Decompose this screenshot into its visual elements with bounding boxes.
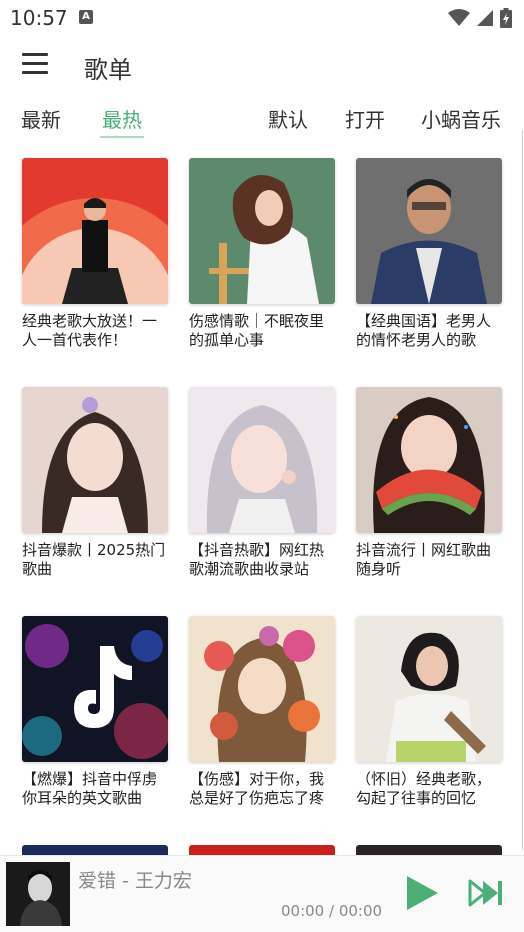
playlist-card[interactable]: 【抖音热歌】网红热歌潮流歌曲收录站 <box>189 387 335 581</box>
playlist-cover <box>22 616 168 762</box>
notification-a-icon: A <box>79 10 93 24</box>
playlist-card[interactable]: （怀旧）经典老歌，勾起了往事的回忆 <box>356 616 502 810</box>
playlist-cover <box>189 616 335 762</box>
tab-bar: 最新 最热 默认 打开 小蜗音乐 <box>0 104 524 140</box>
playback-time: 00:00 / 00:00 <box>281 902 383 920</box>
play-icon[interactable] <box>404 874 440 912</box>
playlist-title: （怀旧）经典老歌，勾起了往事的回忆 <box>356 770 492 807</box>
playlist-card[interactable]: 伤感情歌｜不眠夜里的孤单心事 <box>189 158 335 352</box>
now-playing-cover[interactable] <box>6 862 70 926</box>
playlist-card[interactable]: 【伤感】对于你，我总是好了伤疤忘了疼 <box>189 616 335 810</box>
cell-signal-icon <box>477 10 493 26</box>
playlist-title: 抖音流行丨网红歌曲随身听 <box>356 541 492 578</box>
playlist-cover <box>189 387 335 533</box>
playlist-card[interactable]: 【燃爆】抖音中俘虏你耳朵的英文歌曲 <box>22 616 168 810</box>
status-time: 10:57 <box>10 6 68 30</box>
wifi-icon <box>448 9 470 26</box>
playlist-title: 【伤感】对于你，我总是好了伤疤忘了疼 <box>189 770 325 807</box>
now-playing-song: 爱错 - 王力宏 <box>78 870 192 892</box>
playlist-card[interactable]: 抖音爆款丨2025热门歌曲 <box>22 387 168 581</box>
status-bar: 10:57 A <box>0 0 524 36</box>
app-bar: 歌单 <box>0 40 524 90</box>
playlist-title: 抖音爆款丨2025热门歌曲 <box>22 541 166 578</box>
playlist-title: 【燃爆】抖音中俘虏你耳朵的英文歌曲 <box>22 770 158 807</box>
playlist-cover <box>356 616 502 762</box>
mini-player[interactable]: 爱错 - 王力宏 00:00 / 00:00 <box>0 855 524 932</box>
skip-next-icon[interactable] <box>466 878 504 908</box>
status-icons <box>448 8 512 28</box>
tab-open[interactable]: 打开 <box>345 104 385 133</box>
playlist-card[interactable]: 抖音流行丨网红歌曲随身听 <box>356 387 502 581</box>
playlist-cover <box>22 387 168 533</box>
playlist-title: 经典老歌大放送！一人一首代表作！ <box>22 312 158 349</box>
tab-default[interactable]: 默认 <box>268 104 308 133</box>
active-tab-indicator <box>100 136 144 138</box>
playlist-title: 【抖音热歌】网红热歌潮流歌曲收录站 <box>189 541 325 578</box>
playlist-cover <box>22 158 168 304</box>
tab-xiaowo-music[interactable]: 小蜗音乐 <box>421 104 501 133</box>
battery-icon <box>500 8 512 28</box>
tab-newest[interactable]: 最新 <box>21 104 61 133</box>
tab-hottest[interactable]: 最热 <box>102 104 142 133</box>
playlist-card[interactable]: 【经典国语】老男人的情怀老男人的歌 <box>356 158 502 352</box>
page-title: 歌单 <box>84 56 132 84</box>
playlist-title: 伤感情歌｜不眠夜里的孤单心事 <box>189 312 325 349</box>
hamburger-menu-icon[interactable] <box>22 53 48 75</box>
playlist-cover <box>356 158 502 304</box>
playlist-cover <box>189 158 335 304</box>
playlist-title: 【经典国语】老男人的情怀老男人的歌 <box>356 312 492 349</box>
playlist-cover <box>356 387 502 533</box>
playlist-card[interactable]: 经典老歌大放送！一人一首代表作！ <box>22 158 168 352</box>
